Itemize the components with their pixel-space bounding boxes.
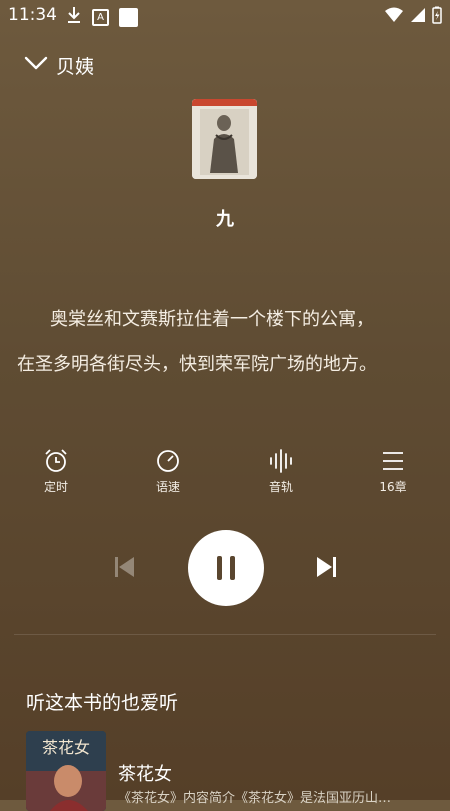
sound-wave-icon xyxy=(270,449,292,473)
status-system-icons xyxy=(384,6,442,28)
divider xyxy=(14,634,436,635)
chevron-down-icon[interactable] xyxy=(24,55,48,75)
pause-icon xyxy=(217,556,235,580)
play-pause-button[interactable] xyxy=(188,530,264,606)
skip-next-icon xyxy=(317,557,336,577)
reading-text-line: 奥棠丝和文赛斯拉住着一个楼下的公寓， xyxy=(50,309,374,330)
skip-previous-icon xyxy=(115,557,134,577)
status-notification-icons: A xyxy=(66,6,138,28)
book-cover xyxy=(192,99,257,179)
previous-button[interactable] xyxy=(112,554,138,584)
a-badge-icon: A xyxy=(92,8,109,26)
timer-button[interactable]: 定时 xyxy=(21,448,91,495)
chapter-title: 九 xyxy=(216,209,234,230)
book-title: 贝姨 xyxy=(56,55,95,78)
download-icon xyxy=(66,6,82,28)
recommend-book-title: 茶花女 xyxy=(118,764,172,785)
collapse-header[interactable]: 贝姨 xyxy=(24,52,94,78)
status-time: 11:34 xyxy=(8,5,57,25)
alarm-clock-icon xyxy=(45,449,67,472)
recommend-book-description: 《茶花女》内容简介《茶花女》是法国亚历山… xyxy=(118,791,392,806)
signal-icon xyxy=(410,7,426,27)
chapters-button[interactable]: 16章 xyxy=(358,448,428,495)
notification-square-icon xyxy=(119,7,138,27)
reading-text-line: 在圣多明各街尽头，快到荣军院广场的地方。 xyxy=(17,354,377,375)
status-bar: 11:34 A xyxy=(0,0,450,32)
audio-track-button[interactable]: 音轨 xyxy=(246,448,316,495)
wifi-icon xyxy=(384,7,404,27)
recommend-section-title: 听这本书的也爱听 xyxy=(26,692,179,714)
menu-list-icon xyxy=(383,452,403,470)
battery-icon xyxy=(432,6,442,28)
timer-label: 定时 xyxy=(43,480,68,494)
speed-label: 语速 xyxy=(155,480,180,494)
recommend-book-cover: 茶花女 xyxy=(26,731,106,811)
recommend-cover-text: 茶花女 xyxy=(42,738,90,757)
speedometer-icon xyxy=(157,450,179,472)
audio-track-label: 音轨 xyxy=(268,480,293,494)
recommend-item[interactable]: 茶花女 茶花女 《茶花女》内容简介《茶花女》是法国亚历山… xyxy=(26,731,436,811)
playback-controls xyxy=(0,530,450,606)
chapters-label: 16章 xyxy=(379,480,407,494)
control-row: 定时 语速 音轨 16章 xyxy=(0,448,450,498)
next-button[interactable] xyxy=(313,554,339,584)
speed-button[interactable]: 语速 xyxy=(133,448,203,495)
